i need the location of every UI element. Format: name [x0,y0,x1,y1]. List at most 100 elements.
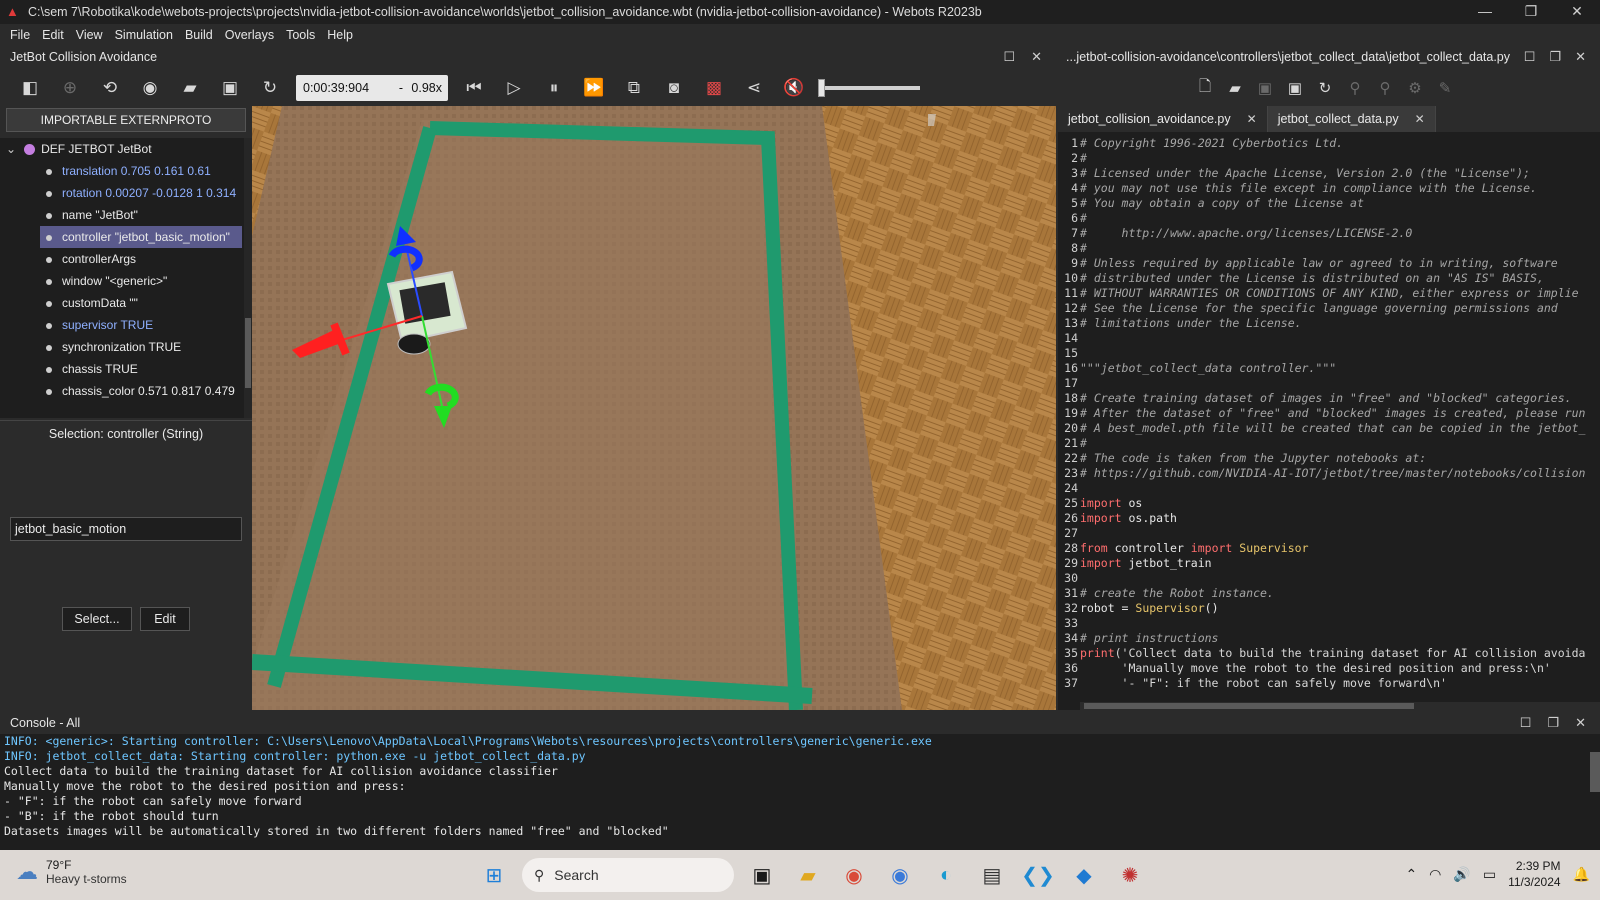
mute-sound-icon[interactable]: 🔇 [774,73,814,103]
tree-field-rotation[interactable]: rotation 0.00207 -0.0128 1 0.314 [46,182,236,204]
editor-horizontal-scrollbar[interactable] [1080,702,1600,710]
panel-maximize-icon[interactable]: ☐ [1003,46,1015,68]
reset-viewpoint-icon[interactable]: ⟲ [90,73,130,103]
console-maximize-icon[interactable]: ☐ [1520,712,1532,734]
tree-field-supervisor[interactable]: supervisor TRUE [46,314,153,336]
chrome-profile-icon[interactable]: ◉ [882,857,918,893]
tab-jetbot-collision-avoidance[interactable]: jetbot_collision_avoidance.py ✕ [1058,106,1268,132]
tab-jetbot-collect-data[interactable]: jetbot_collect_data.py ✕ [1267,106,1436,132]
maximize-button[interactable]: ❐ [1508,0,1554,24]
battery-icon[interactable]: ▭ [1483,866,1496,883]
menu-file[interactable]: File [4,28,36,42]
scene-tree-scrollbar[interactable] [244,138,252,418]
volume-icon[interactable]: 🔊 [1453,866,1470,883]
new-file-icon[interactable]: 🗋 [1190,73,1220,103]
controller-value-field[interactable]: jetbot_basic_motion [10,517,242,541]
menu-build[interactable]: Build [179,28,219,42]
add-node-icon[interactable]: ⊕ [50,73,90,103]
chevron-up-icon[interactable]: ⌃ [1405,866,1417,883]
visibility-eye-icon[interactable]: ◉ [130,73,170,103]
tab-close-icon[interactable]: ✕ [1415,106,1425,132]
save-world-icon[interactable]: ▣ [210,73,250,103]
tree-field-synchronization[interactable]: synchronization TRUE [46,336,181,358]
tab-close-icon[interactable]: ✕ [1247,106,1257,132]
close-window-button[interactable]: ✕ [1554,0,1600,24]
vscode-icon[interactable]: ❮❯ [1020,857,1056,893]
edit-controller-button[interactable]: Edit [140,607,190,631]
menu-overlays[interactable]: Overlays [219,28,280,42]
importable-externproto-button[interactable]: IMPORTABLE EXTERNPROTO [6,108,246,132]
share-icon[interactable]: ⋖ [734,73,774,103]
console-output[interactable]: INFO: <generic>: Starting controller: C:… [0,734,1600,850]
panel-close-icon[interactable]: ✕ [1031,46,1042,68]
fast-forward-icon[interactable]: ⏩ [574,73,614,103]
tree-field-controller[interactable]: controller "jetbot_basic_motion" [40,226,242,248]
open-file-icon[interactable]: ▰ [1220,73,1250,103]
menu-edit[interactable]: Edit [36,28,70,42]
revert-file-icon[interactable]: ↻ [1310,73,1340,103]
chrome-icon[interactable]: ◉ [836,857,872,893]
editor-maximize-icon[interactable]: ☐ [1524,46,1536,68]
tree-field-window[interactable]: window "<generic>" [46,270,167,292]
simulation-time-display: 0:00:39:904 - 0.98x [296,75,448,101]
editor-float-icon[interactable]: ❐ [1549,46,1561,68]
menu-simulation[interactable]: Simulation [109,28,179,42]
code-line: 21 # [1064,436,1087,450]
app-blue-icon[interactable]: ◆ [1066,857,1102,893]
pause-icon[interactable]: ⏸ [534,73,574,103]
editor-close-icon[interactable]: ✕ [1575,46,1586,68]
task-view-icon[interactable]: ▣ [744,857,780,893]
file-explorer-icon[interactable]: ▰ [790,857,826,893]
tree-field-customdata[interactable]: customData "" [46,292,138,314]
field-bullet-icon [46,344,52,351]
tree-field-controllerargs[interactable]: controllerArgs [46,248,136,270]
notification-bell-icon[interactable]: 🔔 [1573,866,1590,883]
edge-icon[interactable]: ◐ [928,857,964,893]
menu-view[interactable]: View [70,28,109,42]
taskbar-search[interactable]: ⚲ Search [522,858,734,892]
record-movie-icon[interactable]: ▩ [694,73,734,103]
webots-app-icon[interactable]: ✺ [1112,857,1148,893]
rendering-toggle-icon[interactable]: ⧉ [614,73,654,103]
tree-node-jetbot[interactable]: ⌄ DEF JETBOT JetBot [6,138,152,160]
menu-help[interactable]: Help [321,28,359,42]
code-line: 37 '- "F": if the robot can safely move … [1064,676,1447,690]
tree-field-chassis-color[interactable]: chassis_color 0.571 0.817 0.479 [46,380,235,402]
scrollbar-thumb[interactable] [1084,703,1414,709]
minimize-button[interactable]: — [1462,0,1508,24]
toggle-scene-tree-icon[interactable]: ◧ [10,73,50,103]
tree-field-translation[interactable]: translation 0.705 0.161 0.61 [46,160,211,182]
volume-slider[interactable] [818,79,920,97]
tree-field-name[interactable]: name "JetBot" [46,204,138,226]
terminal-icon[interactable]: ▤ [974,857,1010,893]
clock[interactable]: 2:39 PM 11/3/2024 [1508,858,1561,890]
select-controller-button[interactable]: Select... [62,607,132,631]
expand-chevron-icon[interactable]: ⌄ [6,142,16,156]
scrollbar-thumb[interactable] [245,318,251,388]
title-bar: ▲ C:\sem 7\Robotika\kode\webots-projects… [0,0,1600,24]
open-world-icon[interactable]: ▰ [170,73,210,103]
clean-brush-icon[interactable]: ✎ [1430,73,1460,103]
tree-field-chassis[interactable]: chassis TRUE [46,358,138,380]
console-close-icon[interactable]: ✕ [1575,712,1586,734]
find-icon[interactable]: ⚲ [1340,73,1370,103]
screenshot-camera-icon[interactable]: ◙ [654,73,694,103]
menu-tools[interactable]: Tools [280,28,321,42]
reload-world-icon[interactable]: ↻ [250,73,290,103]
console-float-icon[interactable]: ❐ [1547,712,1559,734]
console-scrollbar[interactable] [1590,752,1600,792]
step-icon[interactable]: ▷ [494,73,534,103]
wifi-icon[interactable]: ◠ [1429,866,1441,883]
save-file-icon[interactable]: ▣ [1250,73,1280,103]
volume-slider-knob[interactable] [818,79,825,97]
code-area[interactable]: 1 # Copyright 1996-2021 Cyberbotics Ltd. … [1058,136,1600,702]
windows-start-icon[interactable]: ⊞ [476,857,512,893]
weather-widget[interactable]: ☁ 79°F Heavy t-storms [16,858,127,886]
reset-simulation-icon[interactable]: ⏮ [454,73,494,103]
save-as-icon[interactable]: ▣ [1280,73,1310,103]
replace-icon[interactable]: ⚲ [1370,73,1400,103]
3d-viewport[interactable] [252,106,1056,710]
build-gear-icon[interactable]: ⚙ [1400,73,1430,103]
code-line: 22 # The code is taken from the Jupyter n… [1064,451,1427,465]
code-line: 13 # limitations under the License. [1064,316,1302,330]
